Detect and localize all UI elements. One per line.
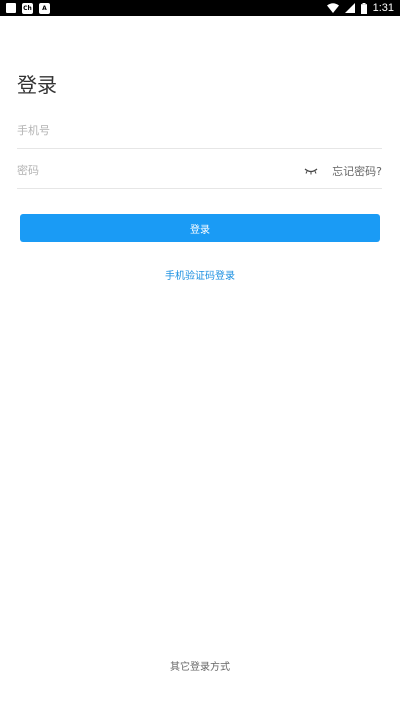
other-login-link[interactable]: 其它登录方式: [0, 658, 400, 673]
eye-closed-icon[interactable]: [304, 166, 318, 176]
battery-icon: [360, 2, 367, 14]
login-screen: Ch A 1:31 登录 手机号 忘记密码? 登录 手机验证码登录 其它登录方式: [0, 0, 400, 711]
phone-input[interactable]: [17, 113, 382, 148]
notification-a-icon: A: [39, 2, 50, 14]
status-notifications: Ch A: [6, 2, 50, 14]
sms-login-link[interactable]: 手机验证码登录: [0, 267, 400, 282]
notification-ch-icon: Ch: [22, 2, 33, 14]
status-system: 1:31: [326, 2, 394, 14]
wifi-icon: [326, 3, 339, 13]
status-time: 1:31: [372, 2, 394, 14]
status-bar: Ch A 1:31: [0, 0, 400, 16]
forgot-password-link[interactable]: 忘记密码?: [332, 163, 382, 179]
notification-square-icon: [6, 3, 16, 13]
page-title: 登录: [17, 73, 57, 97]
password-field-row: 忘记密码?: [17, 153, 382, 189]
signal-icon: [344, 3, 355, 13]
phone-field-row: [17, 113, 382, 149]
password-input[interactable]: [17, 153, 305, 188]
login-button[interactable]: 登录: [20, 214, 380, 242]
